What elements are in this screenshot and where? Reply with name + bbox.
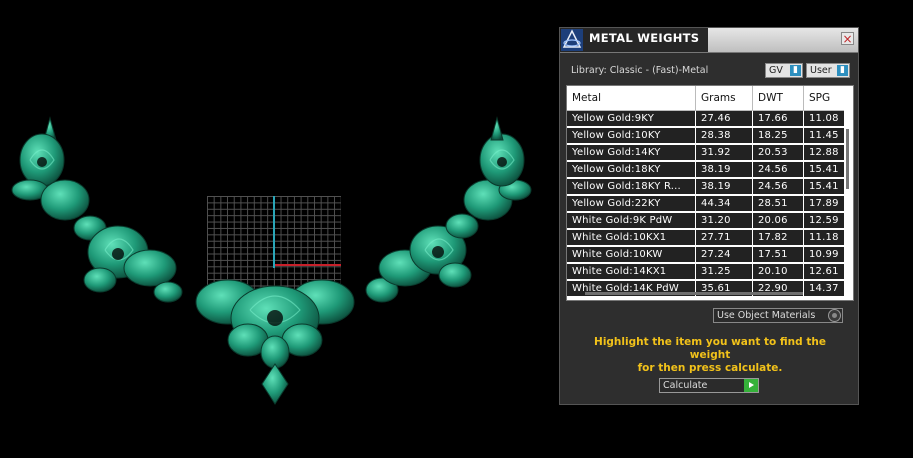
spg-cell: 11.08 [804, 111, 844, 126]
spg-cell: 12.61 [804, 264, 844, 279]
spg-cell: 11.45 [804, 128, 844, 143]
dwt-cell: 24.56 [753, 179, 803, 194]
metal-cell: White Gold:14KX1 [567, 264, 695, 279]
table-row[interactable]: White Gold:10KX1 27.71 17.82 11.18 [567, 230, 844, 247]
dwt-cell: 20.06 [753, 213, 803, 228]
spg-cell: 11.18 [804, 230, 844, 245]
grams-cell: 38.19 [696, 162, 752, 177]
metal-cell: Yellow Gold:9KY [567, 111, 695, 126]
spg-cell: 14.37 [804, 281, 844, 296]
spg-cell: 15.41 [804, 179, 844, 194]
metal-cell: White Gold:9K PdW [567, 213, 695, 228]
instruction-line-1: Highlight the item you want to find the … [594, 336, 826, 361]
metal-cell: Yellow Gold:18KY [567, 162, 695, 177]
table-header: Metal Grams DWT SPG [567, 86, 844, 111]
grams-cell: 38.19 [696, 179, 752, 194]
instruction-line-2: for then press calculate. [637, 362, 783, 374]
dwt-cell: 24.56 [753, 162, 803, 177]
grams-cell: 44.34 [696, 196, 752, 211]
grams-cell: 27.71 [696, 230, 752, 245]
instruction-text: Highlight the item you want to find the … [574, 336, 846, 375]
spg-cell: 12.88 [804, 145, 844, 160]
3d-viewport[interactable] [0, 0, 555, 458]
dwt-cell: 17.82 [753, 230, 803, 245]
column-header-spg[interactable]: SPG [804, 86, 844, 110]
dwt-cell: 28.51 [753, 196, 803, 211]
vertical-scrollbar[interactable] [846, 129, 849, 189]
table-row[interactable]: Yellow Gold:9KY 27.46 17.66 11.08 [567, 111, 844, 128]
title-tab: METAL WEIGHTS [560, 28, 708, 52]
table-row[interactable]: White Gold:14KX1 31.25 20.10 12.61 [567, 264, 844, 281]
play-icon[interactable] [744, 379, 758, 392]
grams-cell: 31.92 [696, 145, 752, 160]
toggle-arrow-icon: ▮ [837, 65, 848, 76]
table-row[interactable]: Yellow Gold:10KY 28.38 18.25 11.45 [567, 128, 844, 145]
dwt-cell: 18.25 [753, 128, 803, 143]
dwt-cell: 17.51 [753, 247, 803, 262]
grams-cell: 27.24 [696, 247, 752, 262]
table-row[interactable]: White Gold:10KW 27.24 17.51 10.99 [567, 247, 844, 264]
necklace-model[interactable] [0, 0, 555, 458]
metal-cell: White Gold:10KW [567, 247, 695, 262]
horizontal-scrollbar[interactable] [585, 292, 803, 295]
metal-cell: Yellow Gold:22KY [567, 196, 695, 211]
column-header-grams[interactable]: Grams [696, 86, 753, 110]
grams-cell: 28.38 [696, 128, 752, 143]
panel-title: METAL WEIGHTS [589, 31, 700, 45]
metal-cell: Yellow Gold:14KY [567, 145, 695, 160]
column-header-dwt[interactable]: DWT [753, 86, 804, 110]
metal-cell: Yellow Gold:10KY [567, 128, 695, 143]
metal-cell: White Gold:10KX1 [567, 230, 695, 245]
dwt-cell: 17.66 [753, 111, 803, 126]
dwt-cell: 20.53 [753, 145, 803, 160]
app-logo-icon [561, 29, 583, 51]
toggle-arrow-icon: ▮ [790, 65, 801, 76]
metal-cell: Yellow Gold:18KY R... [567, 179, 695, 194]
dwt-cell: 20.10 [753, 264, 803, 279]
unit-dropdown-label: GV [769, 65, 783, 76]
grams-cell: 27.46 [696, 111, 752, 126]
unit-dropdown[interactable]: GV ▮ [765, 63, 803, 78]
spg-cell: 12.59 [804, 213, 844, 228]
metal-table[interactable]: Metal Grams DWT SPG Yellow Gold:9KY 27.46… [566, 85, 854, 301]
spg-cell: 17.89 [804, 196, 844, 211]
table-row[interactable]: White Gold:14K PdW 35.61 22.90 14.37 [567, 281, 844, 298]
table-row[interactable]: White Gold:9K PdW 31.20 20.06 12.59 [567, 213, 844, 230]
spg-cell: 15.41 [804, 162, 844, 177]
column-header-metal[interactable]: Metal [567, 86, 696, 110]
close-icon[interactable]: × [841, 32, 854, 45]
spg-cell: 10.99 [804, 247, 844, 262]
use-object-materials-toggle[interactable]: Use Object Materials [713, 308, 843, 323]
panel-titlebar[interactable]: METAL WEIGHTS × [560, 28, 858, 53]
library-label: Library: Classic - (Fast)-Metal [571, 65, 709, 76]
table-row[interactable]: Yellow Gold:14KY 31.92 20.53 12.88 [567, 145, 844, 162]
table-row[interactable]: Yellow Gold:18KY 38.19 24.56 15.41 [567, 162, 844, 179]
table-row[interactable]: Yellow Gold:18KY R... 38.19 24.56 15.41 [567, 179, 844, 196]
scope-dropdown[interactable]: User ▮ [806, 63, 850, 78]
table-row[interactable]: Yellow Gold:22KY 44.34 28.51 17.89 [567, 196, 844, 213]
scope-dropdown-label: User [810, 65, 832, 76]
grams-cell: 31.20 [696, 213, 752, 228]
table-body: Yellow Gold:9KY 27.46 17.66 11.08 Yellow Gol… [567, 111, 844, 298]
metal-weights-panel: METAL WEIGHTS × Library: Classic - (Fast… [559, 27, 859, 405]
radio-icon[interactable] [828, 309, 841, 322]
grams-cell: 31.25 [696, 264, 752, 279]
